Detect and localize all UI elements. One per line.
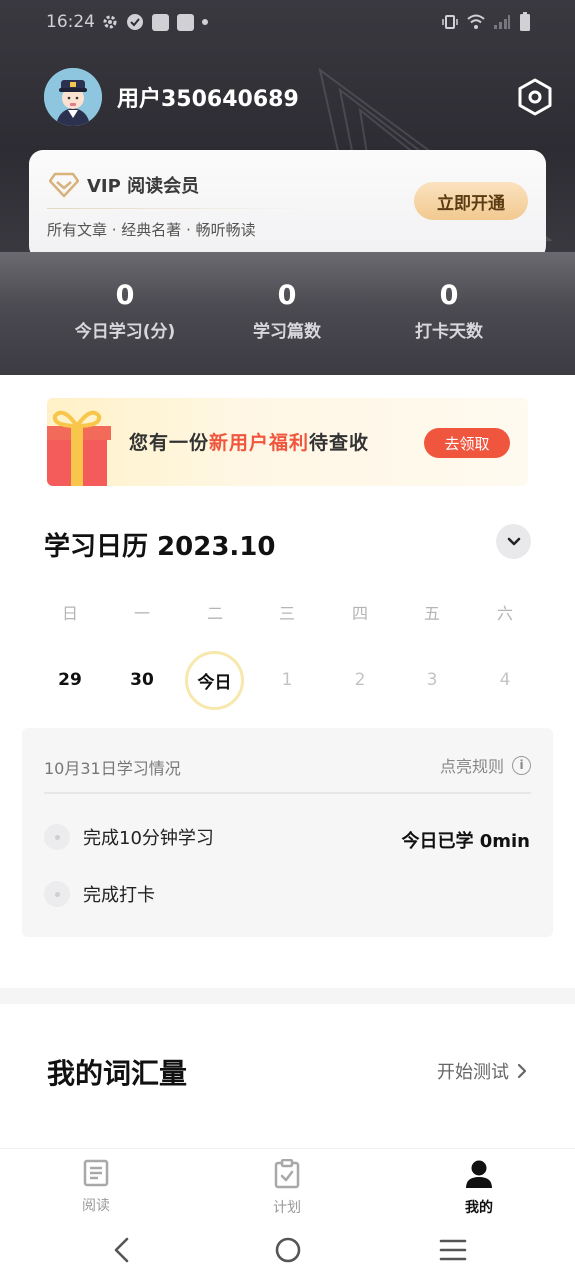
- promo-highlight: 新用户福利: [209, 432, 310, 454]
- settings-hexagon-icon[interactable]: [516, 78, 554, 116]
- today-learned-value: 今日已学 0min: [401, 831, 530, 852]
- wifi-icon: [467, 14, 485, 29]
- calendar-day[interactable]: 3: [407, 670, 457, 690]
- document-icon: [83, 1159, 109, 1187]
- divider: [44, 792, 531, 794]
- stat-label: 今日学习(分): [74, 322, 176, 342]
- stat-value: 0: [439, 280, 459, 311]
- diamond-icon: [49, 172, 79, 198]
- promo-text: 您有一份新用户福利待查收: [129, 428, 369, 455]
- status-time: 16:24: [46, 12, 95, 32]
- more-dot-icon: [202, 19, 208, 25]
- stat-value: 0: [277, 280, 297, 311]
- signal-icon: [494, 15, 510, 29]
- task-status-icon: [44, 824, 70, 850]
- battery-icon: [520, 12, 530, 31]
- weekday-label: 日: [61, 604, 78, 623]
- calendar-day[interactable]: 29: [45, 670, 95, 690]
- start-test-label: 开始测试: [437, 1062, 509, 1083]
- system-nav-bar: [0, 1218, 575, 1280]
- calendar-title: 学习日历 2023.10: [44, 532, 276, 562]
- stat-today-minutes[interactable]: 0 今日学习(分): [35, 280, 215, 342]
- open-vip-button[interactable]: 立即开通: [414, 182, 528, 220]
- chevron-right-icon: [517, 1063, 527, 1079]
- vip-divider: [47, 208, 307, 209]
- tab-read[interactable]: 阅读: [56, 1159, 136, 1215]
- task-status-icon: [44, 881, 70, 907]
- weekday-label: 五: [423, 604, 440, 623]
- chevron-down-icon: [507, 537, 520, 545]
- tab-plan[interactable]: 计划: [247, 1158, 327, 1217]
- tab-mine[interactable]: 我的: [439, 1159, 519, 1217]
- vip-title: VIP 阅读会员: [87, 176, 200, 197]
- back-icon[interactable]: [112, 1236, 132, 1264]
- vip-subtitle: 所有文章 · 经典名著 · 畅听畅读: [47, 221, 256, 239]
- gift-icon: [47, 410, 111, 486]
- person-icon: [466, 1160, 492, 1188]
- avatar-illustration-icon: [44, 68, 102, 126]
- gear-icon: [103, 15, 117, 29]
- status-bar: 16:24: [0, 0, 575, 48]
- weekday-label: 四: [351, 604, 368, 623]
- avatar[interactable]: [44, 68, 102, 126]
- system-icons: [441, 12, 531, 32]
- stat-checkin-days[interactable]: 0 打卡天数: [359, 280, 539, 342]
- vocab-title: 我的词汇量: [47, 1057, 188, 1090]
- section-separator: [0, 988, 575, 1004]
- tab-label: 计划: [273, 1200, 301, 1216]
- stats-band: 0 今日学习(分) 0 学习篇数 0 打卡天数: [0, 252, 575, 375]
- stat-label: 打卡天数: [415, 322, 483, 342]
- task-checkin: 完成打卡: [44, 881, 155, 907]
- bottom-tab-bar: 阅读 计划 我的: [0, 1148, 575, 1218]
- task-study-10min: 完成10分钟学习: [44, 824, 214, 850]
- menu-icon[interactable]: [439, 1238, 467, 1262]
- new-user-promo-banner[interactable]: 您有一份新用户福利待查收 去领取: [47, 398, 528, 486]
- promo-prefix: 您有一份: [129, 432, 210, 454]
- vip-card[interactable]: VIP 阅读会员 所有文章 · 经典名著 · 畅听畅读 立即开通: [29, 150, 546, 260]
- stat-label: 学习篇数: [253, 322, 321, 342]
- claim-button[interactable]: 去领取: [424, 428, 510, 458]
- vip-title-row: VIP 阅读会员: [49, 172, 199, 198]
- username[interactable]: 用户350640689: [117, 81, 299, 113]
- tab-label: 我的: [465, 1200, 493, 1216]
- rules-label: 点亮规则: [439, 757, 504, 776]
- vibrate-icon: [442, 15, 458, 29]
- calendar-day-today[interactable]: 今日: [185, 651, 244, 710]
- task-label: 完成打卡: [83, 885, 155, 906]
- info-icon: i: [512, 755, 531, 775]
- notification-icons: [102, 13, 208, 31]
- weekday-label: 六: [496, 604, 513, 623]
- calendar-day[interactable]: 4: [480, 670, 530, 690]
- calendar-day[interactable]: 1: [262, 670, 312, 690]
- task-label: 完成10分钟学习: [83, 828, 214, 849]
- calendar-day[interactable]: 2: [335, 670, 385, 690]
- mail-icon: [152, 13, 169, 31]
- stat-articles[interactable]: 0 学习篇数: [197, 280, 377, 342]
- mail-icon: [177, 13, 194, 31]
- study-date-label: 10月31日学习情况: [44, 759, 181, 778]
- light-up-rules-link[interactable]: 点亮规则 i: [440, 753, 531, 777]
- stat-value: 0: [115, 280, 135, 311]
- calendar-day[interactable]: 30: [117, 670, 167, 690]
- promo-suffix: 待查收: [309, 432, 370, 454]
- check-circle-icon: [127, 14, 143, 30]
- tab-label: 阅读: [82, 1198, 110, 1214]
- home-icon[interactable]: [274, 1236, 302, 1264]
- start-test-link[interactable]: 开始测试: [437, 1058, 529, 1084]
- clipboard-check-icon: [274, 1158, 300, 1189]
- weekday-label: 一: [133, 604, 150, 623]
- weekday-label: 二: [206, 604, 223, 623]
- weekday-label: 三: [278, 604, 295, 623]
- calendar-expand-button[interactable]: [496, 524, 531, 559]
- profile-row[interactable]: 用户350640689: [44, 68, 299, 126]
- study-status-panel: 10月31日学习情况 点亮规则 i 完成10分钟学习 今日已学 0min 完成打…: [22, 728, 553, 937]
